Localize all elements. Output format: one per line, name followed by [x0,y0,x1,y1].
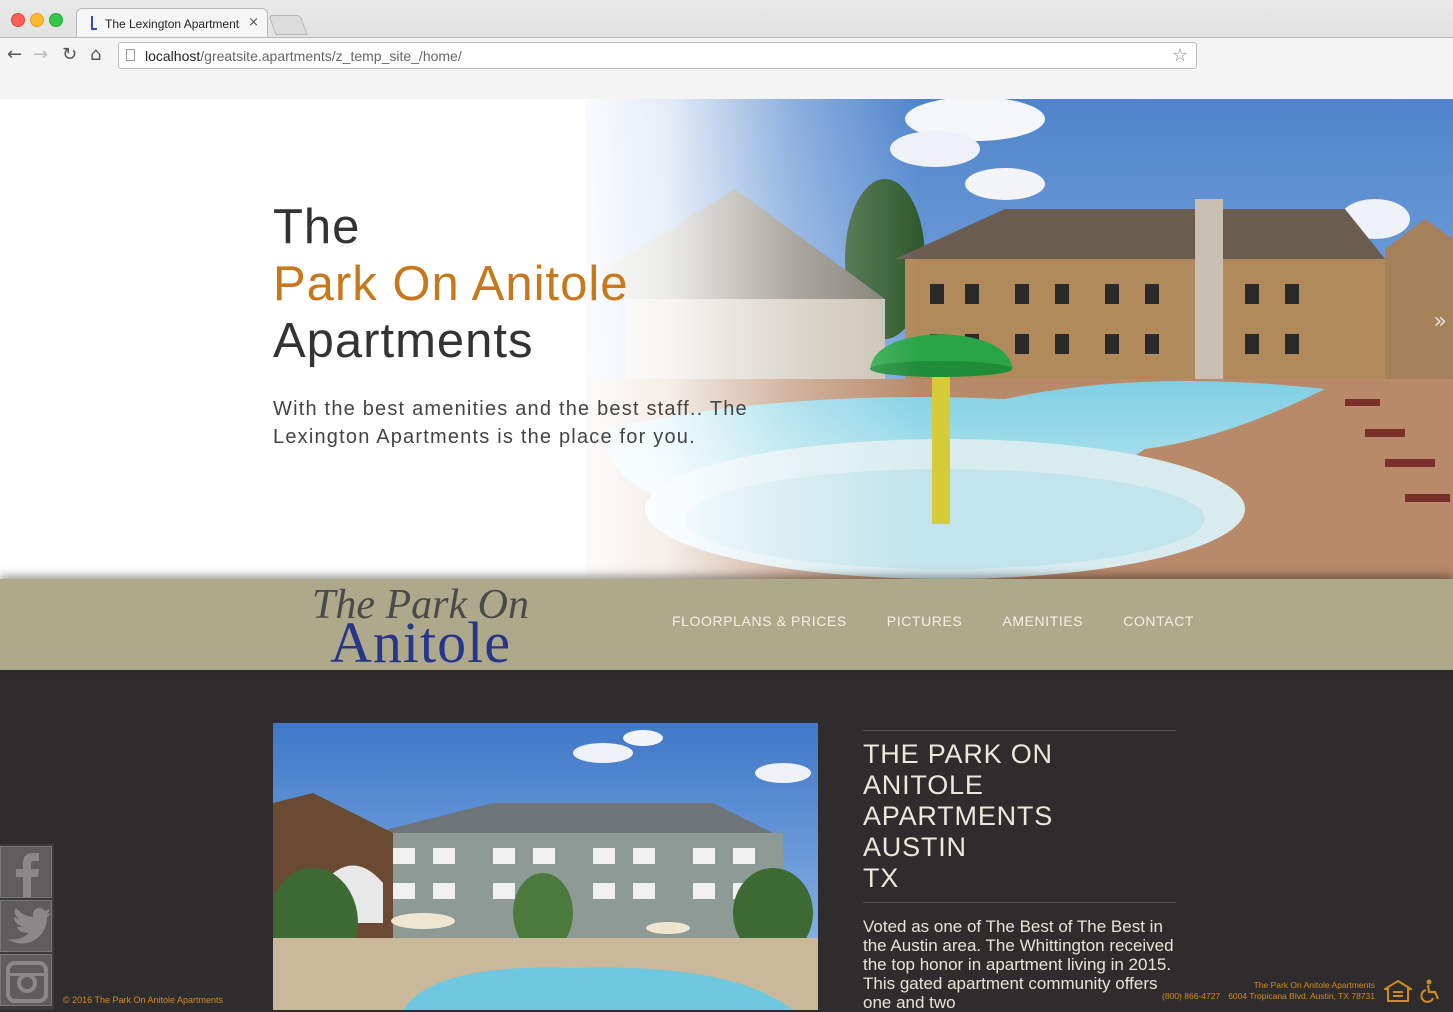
url-text[interactable]: localhost/greatsite.apartments/z_temp_si… [145,48,462,64]
home-icon[interactable]: ⌂ [90,45,101,65]
back-arrow-icon[interactable]: ← [7,45,22,65]
site-header: The Park On Anitole FLOORPLANS & PRICES … [0,579,1453,675]
slider-next-icon[interactable]: » [1434,309,1447,334]
hero-title: The Park On Anitole Apartments [273,199,628,370]
main-menu: FLOORPLANS & PRICES PICTURES AMENITIES C… [672,613,1234,629]
browser-tab[interactable]: The Lexington Apartments × [76,8,268,38]
maximize-window-button[interactable] [49,13,63,27]
building-photo [273,723,818,1010]
tab-close-icon[interactable]: × [248,15,259,30]
hero-title-line2: Park On Anitole [273,257,629,311]
menu-item-pictures[interactable]: PICTURES [887,613,963,629]
address-bar[interactable]: localhost/greatsite.apartments/z_temp_si… [118,42,1197,69]
divider-top [863,730,1176,731]
favicon-icon [91,16,97,30]
hero-title-line1: The [273,200,361,254]
menu-item-floorplans[interactable]: FLOORPLANS & PRICES [672,613,847,629]
footer-address: 6004 Tropicana Blvd. Austin, TX 78731 [1228,991,1375,1001]
social-sidebar [0,844,54,1010]
twitter-icon[interactable] [0,900,52,952]
hero-subtitle: With the best amenities and the best sta… [273,398,748,448]
property-title-line: THE PARK ON [863,739,1053,769]
property-title-line: ANITOLE [863,770,984,800]
property-title-line: TX [863,863,900,893]
equal-housing-icon [1384,980,1412,1002]
reload-icon[interactable]: ↻ [62,45,77,65]
browser-chrome: The Lexington Apartments × ← → ↻ ⌂ local… [0,0,1453,100]
property-info: THE PARK ON ANITOLE APARTMENTS AUSTIN TX… [863,730,1176,1012]
divider-bottom [863,902,1176,903]
tab-title: The Lexington Apartments [105,17,240,31]
accessibility-icon [1420,979,1440,1003]
copyright-text: © 2016 The Park On Anitole Apartments [63,995,224,1005]
page-icon [126,49,135,61]
forward-arrow-icon[interactable]: → [33,45,48,65]
footer-phone[interactable]: (800) 866-4727 [1162,991,1220,1001]
property-title-line: APARTMENTS [863,801,1054,831]
footer-property-name: The Park On Anitole Apartments [1253,980,1375,990]
menu-item-amenities[interactable]: AMENITIES [1002,613,1083,629]
hero-title-line3: Apartments [273,314,534,368]
logo-line2: Anitole [330,610,511,675]
new-tab-button[interactable] [268,15,308,35]
property-title-line: AUSTIN [863,832,967,862]
property-description: Voted as one of The Best of The Best in … [863,917,1174,1012]
close-window-button[interactable] [11,13,25,27]
bookmark-star-icon[interactable]: ☆ [1172,45,1188,66]
instagram-icon[interactable] [0,954,52,1006]
minimize-window-button[interactable] [30,13,44,27]
property-title: THE PARK ON ANITOLE APARTMENTS AUSTIN TX [863,739,1176,894]
footer-contact: The Park On Anitole Apartments (800) 866… [1154,980,1375,1002]
hero-section: » The Park On Anitole Apartments With th… [0,99,1453,579]
menu-item-contact[interactable]: CONTACT [1123,613,1194,629]
facebook-icon[interactable] [0,846,52,898]
